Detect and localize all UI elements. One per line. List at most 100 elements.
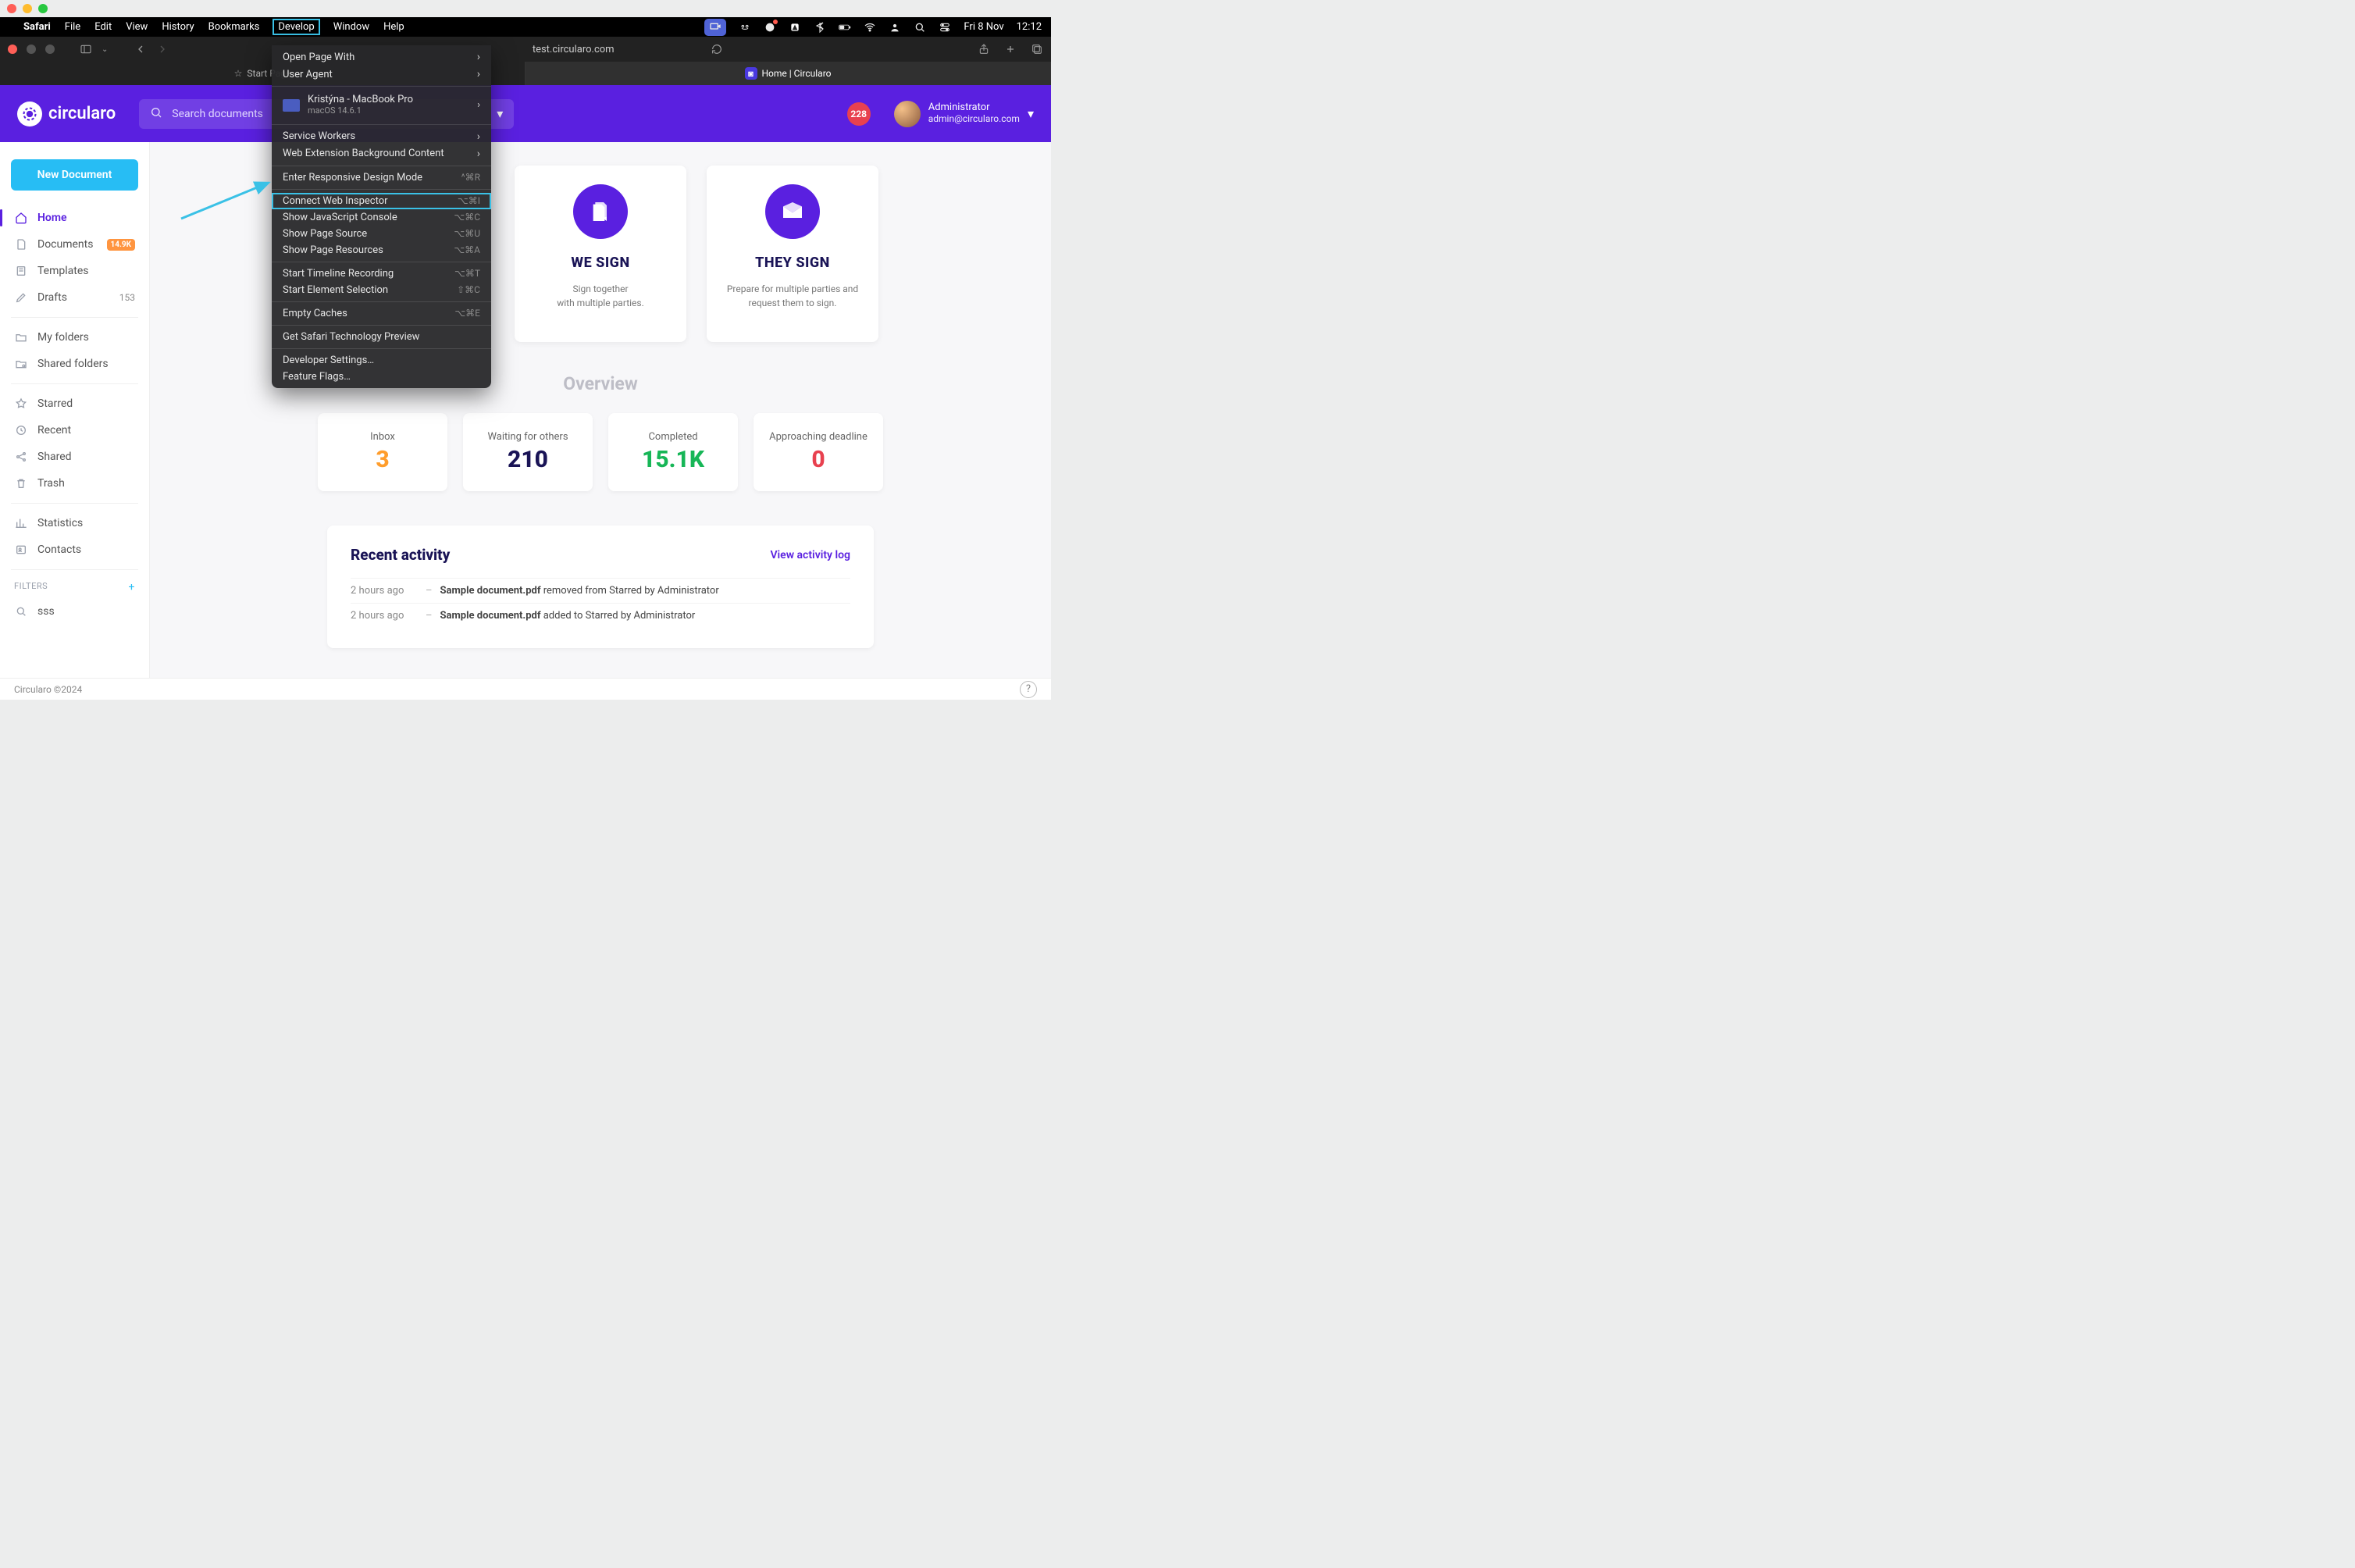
spotlight-icon[interactable]: [914, 21, 926, 34]
menu-show-page-resources[interactable]: Show Page Resources⌥⌘A: [272, 242, 491, 258]
screen-recording-icon[interactable]: [704, 19, 726, 36]
tab-overview-icon[interactable]: [1031, 43, 1043, 55]
stat-deadline[interactable]: Approaching deadline 0: [754, 413, 883, 491]
bluetooth-icon[interactable]: [814, 21, 826, 34]
sidebar-filter-item[interactable]: sss: [0, 598, 149, 625]
activity-row: 2 hours ago – Sample document.pdf added …: [351, 603, 850, 628]
stat-waiting[interactable]: Waiting for others 210: [463, 413, 593, 491]
forward-button-icon[interactable]: [156, 43, 169, 55]
user-email: admin@circularo.com: [928, 114, 1020, 125]
tab-label: Home | Circularo: [762, 68, 832, 79]
sidebar-item-myfolders[interactable]: My folders: [0, 324, 149, 351]
notification-badge[interactable]: 228: [847, 102, 871, 126]
status-app-icon-2[interactable]: [764, 21, 776, 34]
menu-bookmarks[interactable]: Bookmarks: [208, 21, 260, 33]
menu-connect-web-inspector[interactable]: Connect Web Inspector⌥⌘I: [272, 193, 491, 209]
reload-icon[interactable]: [711, 43, 723, 55]
sidebar-item-drafts[interactable]: Drafts 153: [0, 284, 149, 311]
shared-folder-icon: [14, 358, 28, 370]
sidebar-item-recent[interactable]: Recent: [0, 417, 149, 444]
add-filter-icon[interactable]: +: [129, 581, 135, 593]
card-we-sign[interactable]: WE SIGN Sign togetherwith multiple parti…: [515, 166, 686, 342]
menu-user-agent[interactable]: User Agent: [272, 66, 491, 83]
circularo-app: circularo ▾ 228 Administrator admin@circ…: [0, 85, 1051, 700]
sidebar-item-statistics[interactable]: Statistics: [0, 510, 149, 536]
menu-develop[interactable]: Develop: [273, 20, 319, 34]
menu-feature-flags[interactable]: Feature Flags…: [272, 369, 491, 385]
status-app-icon-1[interactable]: [739, 21, 751, 34]
menu-edit[interactable]: Edit: [94, 21, 112, 33]
safari-min-dot[interactable]: [27, 45, 36, 54]
stat-label: Completed: [648, 431, 697, 443]
menu-web-ext-bg[interactable]: Web Extension Background Content: [272, 145, 491, 162]
sidebar-item-starred[interactable]: Starred: [0, 390, 149, 417]
menu-start-timeline[interactable]: Start Timeline Recording⌥⌘T: [272, 265, 491, 282]
device-os: macOS 14.6.1: [308, 106, 413, 116]
stat-completed[interactable]: Completed 15.1K: [608, 413, 738, 491]
sidebar-item-shared[interactable]: Shared: [0, 444, 149, 470]
sidebar-item-templates[interactable]: Templates: [0, 258, 149, 284]
new-document-button[interactable]: New Document: [11, 159, 138, 191]
address-text: test.circularo.com: [533, 44, 615, 55]
user-icon[interactable]: [889, 21, 901, 34]
menu-view[interactable]: View: [126, 21, 148, 33]
maximize-window-dot[interactable]: [38, 4, 48, 13]
safari-close-dot[interactable]: [8, 45, 17, 54]
search-icon: [150, 106, 162, 122]
menubar-date[interactable]: Fri 8 Nov: [964, 21, 1003, 33]
menu-history[interactable]: History: [162, 21, 194, 33]
device-name: Kristýna - MacBook Pro: [308, 94, 413, 106]
menu-service-workers[interactable]: Service Workers: [272, 128, 491, 145]
battery-icon[interactable]: [839, 21, 851, 34]
circularo-favicon-icon: ◙: [745, 67, 757, 80]
back-button-icon[interactable]: [134, 43, 147, 55]
sidebar-item-documents[interactable]: Documents 14.9K: [0, 231, 149, 258]
menu-responsive-mode[interactable]: Enter Responsive Design Mode^⌘R: [272, 169, 491, 186]
menu-empty-caches[interactable]: Empty Caches⌥⌘E: [272, 305, 491, 322]
menu-start-element-selection[interactable]: Start Element Selection⇧⌘C: [272, 282, 491, 298]
sidebar-item-sharedfolders[interactable]: Shared folders: [0, 351, 149, 377]
card-desc: Sign togetherwith multiple parties.: [557, 282, 644, 310]
app-name-menu[interactable]: Safari: [23, 21, 51, 33]
new-tab-icon[interactable]: [1004, 43, 1017, 55]
document-icon: [14, 238, 28, 251]
menu-window[interactable]: Window: [333, 21, 369, 33]
chevron-down-icon[interactable]: ⌄: [102, 45, 108, 54]
menubar-time[interactable]: 12:12: [1017, 21, 1042, 33]
menu-open-page-with[interactable]: Open Page With: [272, 48, 491, 66]
help-icon[interactable]: ?: [1020, 681, 1037, 698]
menu-developer-settings[interactable]: Developer Settings…: [272, 352, 491, 369]
safari-max-dot[interactable]: [45, 45, 55, 54]
close-window-dot[interactable]: [7, 4, 16, 13]
safari-tab-bar: ☆ Start Page ◙ Home | Circularo: [0, 62, 1051, 85]
view-activity-log-link[interactable]: View activity log: [770, 549, 850, 561]
sidebar-item-contacts[interactable]: Contacts: [0, 536, 149, 563]
menu-device[interactable]: Kristýna - MacBook Pro macOS 14.6.1 ›: [272, 90, 491, 121]
tab-circularo[interactable]: ◙ Home | Circularo: [526, 62, 1051, 85]
card-they-sign[interactable]: THEY SIGN Prepare for multiple parties a…: [707, 166, 878, 342]
control-center-icon[interactable]: [939, 21, 951, 34]
share-icon[interactable]: [978, 43, 990, 55]
menu-show-page-source[interactable]: Show Page Source⌥⌘U: [272, 226, 491, 242]
user-menu[interactable]: Administrator admin@circularo.com ▾: [894, 101, 1034, 127]
activity-text: added to Starred by Administrator: [541, 610, 696, 622]
count-badge: 14.9K: [107, 239, 135, 251]
stat-inbox[interactable]: Inbox 3: [318, 413, 447, 491]
sidebar-item-label: Starred: [37, 397, 73, 410]
minimize-window-dot[interactable]: [23, 4, 32, 13]
menu-help[interactable]: Help: [383, 21, 404, 33]
brand-text: circularo: [48, 104, 116, 123]
sidebar-toggle-icon[interactable]: [80, 43, 92, 55]
sidebar-item-label: Trash: [37, 477, 65, 490]
wifi-icon[interactable]: [864, 21, 876, 34]
sidebar-item-home[interactable]: Home: [0, 205, 149, 231]
stat-label: Inbox: [370, 431, 395, 443]
menu-show-js-console[interactable]: Show JavaScript Console⌥⌘C: [272, 209, 491, 226]
app-logo[interactable]: circularo: [17, 102, 116, 127]
menu-file[interactable]: File: [65, 21, 80, 33]
sidebar-item-trash[interactable]: Trash: [0, 470, 149, 497]
sidebar-item-label: Documents: [37, 238, 93, 251]
search-dropdown-icon[interactable]: ▾: [497, 106, 503, 121]
status-app-icon-3[interactable]: [789, 21, 801, 34]
menu-tech-preview[interactable]: Get Safari Technology Preview: [272, 329, 491, 345]
